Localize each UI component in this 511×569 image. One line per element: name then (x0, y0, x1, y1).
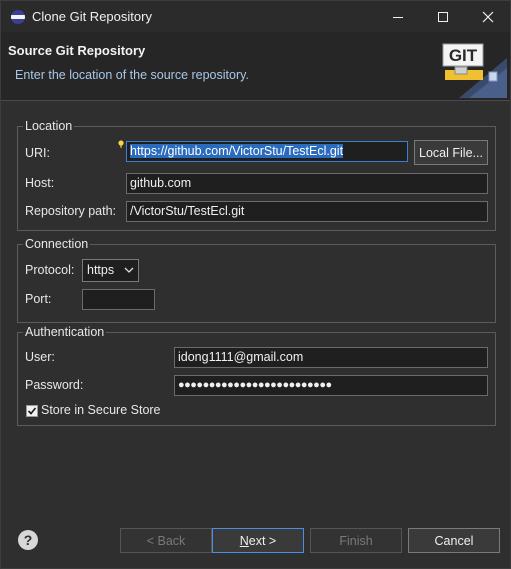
host-label: Host: (25, 176, 55, 190)
close-button[interactable] (465, 1, 510, 32)
host-input[interactable]: github.com (126, 173, 488, 194)
next-mnemonic: N (239, 533, 249, 548)
window-title: Clone Git Repository (32, 9, 152, 24)
back-button[interactable]: < Back (120, 528, 212, 553)
next-button[interactable]: Next > (212, 528, 304, 553)
uri-input[interactable]: https://github.com/VictorStu/TestEcl.git (126, 141, 408, 162)
location-legend: Location (25, 119, 73, 133)
content-assist-bulb-icon (118, 140, 124, 148)
banner-title: Source Git Repository (8, 43, 146, 58)
uri-label: URI: (25, 146, 50, 160)
close-icon (482, 11, 493, 22)
maximize-button[interactable] (420, 1, 465, 32)
minimize-icon (392, 16, 403, 18)
git-logo-icon: GIT (442, 43, 507, 98)
banner-description: Enter the location of the source reposit… (15, 68, 249, 82)
git-logo-text: GIT (449, 46, 478, 65)
help-icon: ? (23, 532, 33, 548)
clone-git-dialog: Clone Git Repository Source Git Reposito… (0, 0, 511, 569)
port-input[interactable] (82, 289, 155, 310)
password-label: Password: (25, 378, 84, 392)
checkmark-icon (27, 407, 37, 415)
user-label: User: (25, 350, 55, 364)
connection-legend: Connection (25, 237, 89, 251)
store-secure-checkbox[interactable] (26, 405, 38, 417)
next-label-rest: ext > (248, 533, 277, 548)
port-label: Port: (25, 292, 52, 306)
authentication-legend: Authentication (25, 325, 105, 339)
repository-path-label: Repository path: (25, 204, 117, 218)
uri-input-value: https://github.com/VictorStu/TestEcl.git (130, 144, 344, 158)
title-bar[interactable]: Clone Git Repository (1, 1, 510, 32)
finish-button[interactable]: Finish (310, 528, 402, 553)
banner-separator (1, 100, 510, 101)
cancel-button[interactable]: Cancel (408, 528, 500, 553)
minimize-button[interactable] (375, 1, 420, 32)
protocol-label: Protocol: (25, 263, 75, 277)
wizard-banner: Source Git Repository Enter the location… (1, 32, 510, 100)
user-input[interactable]: idong1111@gmail.com (174, 347, 488, 368)
repository-path-input[interactable]: /VictorStu/TestEcl.git (126, 201, 488, 222)
store-secure-label[interactable]: Store in Secure Store (41, 403, 161, 417)
password-input[interactable]: ●●●●●●●●●●●●●●●●●●●●●●●●● (174, 375, 488, 396)
maximize-icon (437, 11, 448, 22)
local-file-button[interactable]: Local File... (414, 140, 488, 165)
eclipse-app-icon (11, 10, 25, 24)
protocol-dropdown[interactable]: https (82, 259, 139, 282)
help-button[interactable]: ? (18, 530, 38, 550)
chevron-down-icon (124, 267, 134, 273)
protocol-value: https (87, 263, 115, 277)
